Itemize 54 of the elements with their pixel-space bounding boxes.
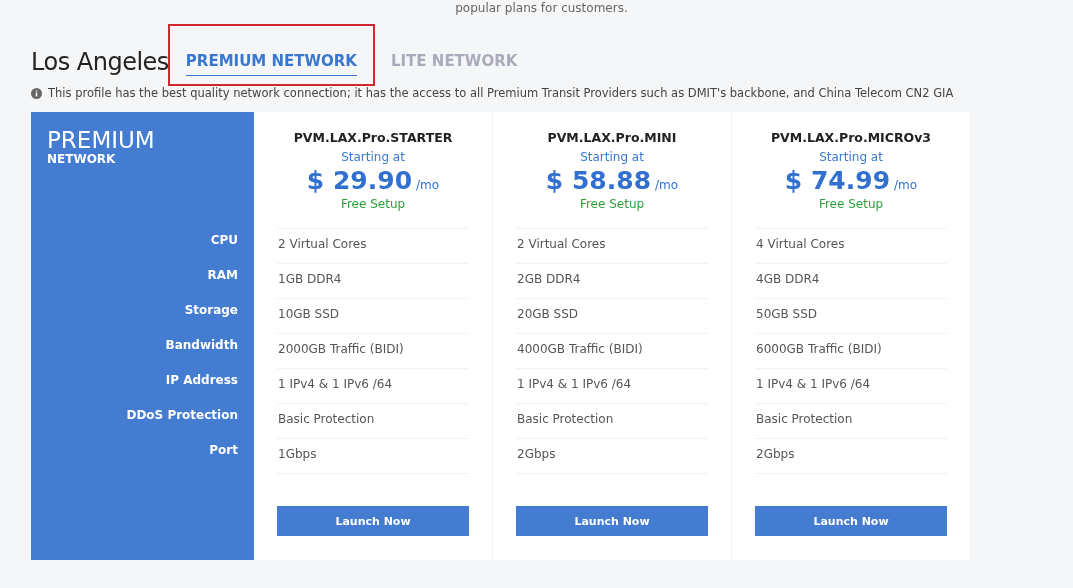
- spec-label: CPU: [210, 232, 238, 249]
- spec-value: Basic Protection: [755, 404, 947, 439]
- price-period: /mo: [894, 178, 918, 192]
- setup-note: Free Setup: [818, 197, 884, 211]
- network-tab[interactable]: LITE NETWORK: [374, 48, 535, 76]
- location-heading: Los Angeles: [31, 48, 169, 76]
- starting-label: Starting at: [580, 150, 644, 164]
- launch-button[interactable]: Launch Now: [755, 506, 947, 536]
- info-icon: [31, 87, 42, 99]
- plan-price: $ 29.90: [306, 166, 413, 195]
- panel-title: PREMIUM: [47, 128, 155, 152]
- starting-label: Starting at: [819, 150, 883, 164]
- spec-value: 4GB DDR4: [755, 264, 947, 299]
- setup-note: Free Setup: [579, 197, 645, 211]
- spec-value: 1Gbps: [277, 439, 469, 474]
- spec-value: 2000GB Traffic (BIDI): [277, 334, 469, 369]
- setup-note: Free Setup: [340, 197, 406, 211]
- price-period: /mo: [416, 178, 440, 192]
- spec-value: 1 IPv4 & 1 IPv6 /64: [755, 369, 947, 404]
- panel-subtitle: NETWORK: [47, 152, 116, 166]
- spec-value: 6000GB Traffic (BIDI): [755, 334, 947, 369]
- spec-label: IP Address: [165, 372, 238, 389]
- starting-label: Starting at: [341, 150, 405, 164]
- spec-value: 1 IPv4 & 1 IPv6 /64: [277, 369, 469, 404]
- spec-label: DDoS Protection: [126, 407, 238, 424]
- plan-name: PVM.LAX.Pro.MINI: [547, 130, 677, 145]
- spec-value: Basic Protection: [277, 404, 469, 439]
- spec-label: Storage: [184, 302, 238, 319]
- plan-price: $ 74.99: [784, 166, 891, 195]
- spec-label: Port: [209, 442, 238, 459]
- plan-name: PVM.LAX.Pro.MICROv3: [770, 130, 932, 145]
- spec-value: 20GB SSD: [516, 299, 708, 334]
- spec-value: 50GB SSD: [755, 299, 947, 334]
- spec-value: 1 IPv4 & 1 IPv6 /64: [516, 369, 708, 404]
- plan-price: $ 58.88: [545, 166, 652, 195]
- spec-value: 2Gbps: [755, 439, 947, 474]
- spec-value: 10GB SSD: [277, 299, 469, 334]
- spec-label: RAM: [207, 267, 238, 284]
- spec-value: Basic Protection: [516, 404, 708, 439]
- spec-value: 2GB DDR4: [516, 264, 708, 299]
- launch-button[interactable]: Launch Now: [516, 506, 708, 536]
- spec-value: 4000GB Traffic (BIDI): [516, 334, 708, 369]
- spec-value: 2 Virtual Cores: [277, 229, 469, 264]
- price-period: /mo: [655, 178, 679, 192]
- spec-label: Bandwidth: [165, 337, 238, 354]
- spec-value: 4 Virtual Cores: [755, 229, 947, 264]
- network-tab[interactable]: PREMIUM NETWORK: [168, 48, 374, 76]
- spec-value: 1GB DDR4: [277, 264, 469, 299]
- spec-value: 2Gbps: [516, 439, 708, 474]
- intro-text: popular plans for customers.: [455, 1, 628, 15]
- plan-name: PVM.LAX.Pro.STARTER: [293, 130, 453, 145]
- spec-value: 2 Virtual Cores: [516, 229, 708, 264]
- launch-button[interactable]: Launch Now: [277, 506, 469, 536]
- info-text: This profile has the best quality network connection; it has the access to all Premium Transit Providers such as DMIT's backbone, and China Telecom CN2 GIA: [48, 86, 954, 100]
